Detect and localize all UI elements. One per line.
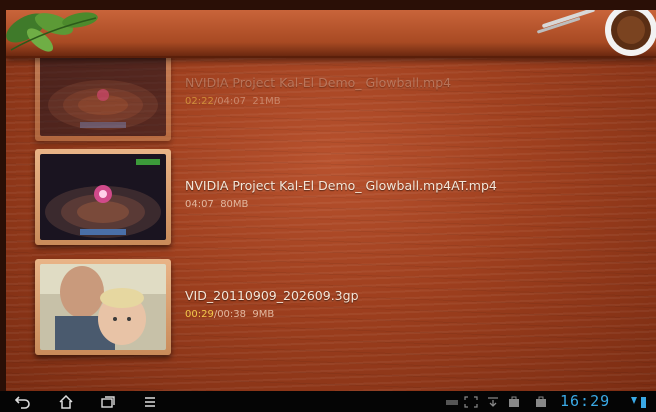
video-meta: 00:29/00:38 9MB bbox=[185, 309, 274, 320]
game-scene-thumbnail-icon bbox=[40, 154, 166, 240]
keyboard-status-icon bbox=[443, 393, 461, 411]
screenshot-icon[interactable] bbox=[462, 393, 480, 411]
status-clock: 16:29 bbox=[560, 392, 611, 410]
video-title: VID_20110909_202609.3gp bbox=[185, 288, 359, 303]
video-list-item[interactable]: NVIDIA Project Kal-El Demo_ Glowball.mp4… bbox=[6, 149, 656, 245]
family-photo-thumbnail-icon bbox=[40, 264, 166, 350]
recent-apps-icon bbox=[101, 396, 115, 408]
played-time: 02:22 bbox=[185, 96, 214, 107]
video-thumbnail[interactable] bbox=[35, 149, 171, 245]
home-icon bbox=[59, 395, 73, 409]
video-title: NVIDIA Project Kal-El Demo_ Glowball.mp4… bbox=[185, 178, 497, 193]
video-thumbnail[interactable] bbox=[35, 259, 171, 355]
played-time: 00:29 bbox=[185, 309, 214, 320]
video-gallery-screen: NVIDIA Project Kal-El Demo_ Glowball.mp4… bbox=[6, 10, 656, 391]
back-icon bbox=[15, 396, 30, 409]
menu-button[interactable] bbox=[141, 393, 159, 411]
bag-notification-icon bbox=[505, 393, 523, 411]
file-size: 80MB bbox=[220, 199, 249, 210]
menu-icon bbox=[145, 397, 155, 407]
video-list-item[interactable]: NVIDIA Project Kal-El Demo_ Glowball.mp4… bbox=[6, 45, 656, 141]
video-title: NVIDIA Project Kal-El Demo_ Glowball.mp4 bbox=[185, 75, 452, 90]
duration: /04:07 bbox=[213, 96, 247, 107]
video-meta: 02:22/04:07 21MB bbox=[185, 96, 281, 107]
home-button[interactable] bbox=[57, 393, 75, 411]
recent-apps-button[interactable] bbox=[99, 393, 117, 411]
duration: 04:07 bbox=[185, 199, 214, 210]
video-list-item[interactable]: VID_20110909_202609.3gp 00:29/00:38 9MB bbox=[6, 259, 656, 355]
system-navigation-bar: 16:29 bbox=[0, 391, 656, 412]
duration: /00:38 bbox=[213, 309, 247, 320]
coffee-pen-decoration-icon bbox=[537, 10, 656, 56]
video-meta: 04:07 80MB bbox=[185, 199, 248, 210]
video-list: NVIDIA Project Kal-El Demo_ Glowball.mp4… bbox=[6, 10, 656, 391]
download-notification-icon bbox=[484, 393, 502, 411]
bag-notification-icon-2 bbox=[532, 393, 550, 411]
leaves-decoration-icon bbox=[6, 12, 98, 52]
back-button[interactable] bbox=[14, 393, 32, 411]
signal-battery-icon bbox=[630, 393, 648, 411]
file-size: 9MB bbox=[252, 309, 275, 320]
file-size: 21MB bbox=[252, 96, 281, 107]
video-thumbnail[interactable] bbox=[35, 45, 171, 141]
game-scene-thumbnail-icon bbox=[40, 50, 166, 136]
